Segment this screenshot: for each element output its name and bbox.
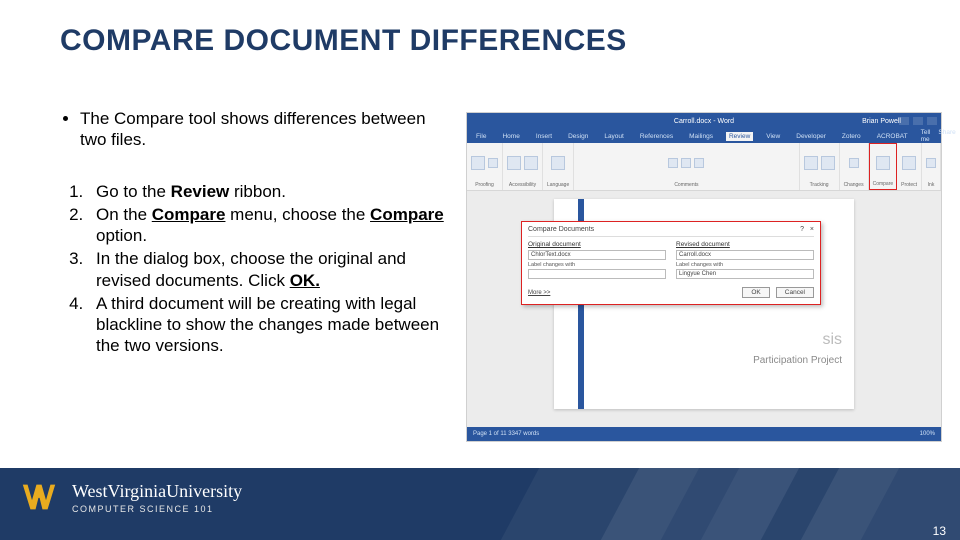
thesaurus-icon[interactable]	[488, 158, 498, 168]
spelling-icon[interactable]	[471, 156, 485, 170]
status-left: Page 1 of 11 3347 words	[473, 431, 539, 437]
group-protect[interactable]: Protect	[897, 143, 922, 190]
page-number: 13	[933, 524, 946, 538]
slide-title: COMPARE DOCUMENT DIFFERENCES	[60, 24, 627, 58]
tab-review[interactable]: Review	[726, 132, 753, 141]
step-4: A third document will be creating with l…	[88, 293, 450, 357]
tab-file[interactable]: File	[473, 132, 489, 141]
compare-icon[interactable]	[876, 156, 890, 170]
window-buttons[interactable]	[899, 117, 937, 125]
group-accessibility[interactable]: Accessibility	[503, 143, 543, 190]
group-tracking[interactable]: Tracking	[800, 143, 840, 190]
ok-button[interactable]: OK	[742, 287, 769, 298]
compare-dialog: Compare Documents ? × Original document …	[521, 221, 821, 305]
tab-layout[interactable]: Layout	[601, 132, 627, 141]
orig-label: Original document	[528, 241, 666, 248]
cancel-button[interactable]: Cancel	[776, 287, 814, 298]
tab-zotero[interactable]: Zotero	[839, 132, 864, 141]
tab-developer[interactable]: Developer	[793, 132, 829, 141]
step-3: In the dialog box, choose the original a…	[88, 248, 450, 291]
tab-design[interactable]: Design	[565, 132, 591, 141]
rev-sublabel: Label changes with	[676, 262, 814, 268]
comment-icon[interactable]	[694, 158, 704, 168]
comment-icon[interactable]	[681, 158, 691, 168]
ink-icon[interactable]	[926, 158, 936, 168]
readaloud-icon[interactable]	[507, 156, 521, 170]
page-subtitle: Participation Project	[753, 355, 842, 366]
status-zoom[interactable]: 100%	[920, 431, 935, 437]
ribbon: Proofing Accessibility Language Comments…	[467, 143, 941, 191]
protect-icon[interactable]	[902, 156, 916, 170]
word-user: Brian Powell	[862, 118, 901, 125]
group-language[interactable]: Language	[543, 143, 574, 190]
word-titlebar: Carroll.docx - Word Brian Powell	[467, 113, 941, 129]
step-1: Go to the Review ribbon.	[88, 181, 450, 202]
word-screenshot: Carroll.docx - Word Brian Powell File Ho…	[466, 112, 942, 442]
dialog-title: Compare Documents	[528, 226, 594, 233]
tab-mailings[interactable]: Mailings	[686, 132, 716, 141]
more-button[interactable]: More >>	[528, 290, 550, 296]
orig-author-field[interactable]	[528, 269, 666, 279]
footer-band: WestVirginiaUniversity COMPUTER SCIENCE …	[0, 468, 960, 540]
wvu-name: WestVirginiaUniversity	[72, 481, 242, 502]
tab-share[interactable]: Share	[938, 129, 955, 143]
wvu-dept: COMPUTER SCIENCE 101	[72, 504, 242, 514]
tab-acrobat[interactable]: ACROBAT	[874, 132, 911, 141]
tracking-icon[interactable]	[804, 156, 818, 170]
ribbon-tabs[interactable]: File Home Insert Design Layout Reference…	[467, 129, 941, 143]
tab-references[interactable]: References	[637, 132, 676, 141]
comment-icon[interactable]	[668, 158, 678, 168]
language-icon[interactable]	[551, 156, 565, 170]
tab-insert[interactable]: Insert	[533, 132, 555, 141]
rev-label: Revised document	[676, 241, 814, 248]
tab-home[interactable]: Home	[499, 132, 522, 141]
step-2: On the Compare menu, choose the Compare …	[88, 204, 450, 247]
left-column: The Compare tool shows differences betwe…	[60, 108, 450, 359]
tab-tellme[interactable]: Tell me	[921, 129, 931, 143]
wvu-logo-icon	[20, 480, 62, 514]
document-area: sis Participation Project Compare Docume…	[467, 191, 941, 427]
group-changes[interactable]: Changes	[840, 143, 869, 190]
intro-bullet: The Compare tool shows differences betwe…	[80, 108, 450, 151]
dialog-close-icon[interactable]: ? ×	[800, 226, 814, 233]
rev-field[interactable]: Carroll.docx	[676, 250, 814, 260]
checka11y-icon[interactable]	[524, 156, 538, 170]
group-compare[interactable]: Compare	[869, 143, 898, 190]
tab-view[interactable]: View	[763, 132, 783, 141]
word-doc-title: Carroll.docx - Word	[674, 118, 734, 125]
orig-field[interactable]: ChlorText.docx	[528, 250, 666, 260]
accept-icon[interactable]	[821, 156, 835, 170]
rev-author-field[interactable]: Lingyue Chen	[676, 269, 814, 279]
status-bar: Page 1 of 11 3347 words 100%	[467, 427, 941, 441]
page-title-fragment: sis	[822, 331, 842, 349]
group-comments[interactable]: Comments	[574, 143, 799, 190]
steps-list: Go to the Review ribbon. On the Compare …	[88, 181, 450, 357]
changes-icon[interactable]	[849, 158, 859, 168]
group-proofing[interactable]: Proofing	[467, 143, 503, 190]
group-ink[interactable]: Ink	[922, 143, 941, 190]
orig-sublabel: Label changes with	[528, 262, 666, 268]
wvu-brand: WestVirginiaUniversity COMPUTER SCIENCE …	[20, 480, 242, 514]
